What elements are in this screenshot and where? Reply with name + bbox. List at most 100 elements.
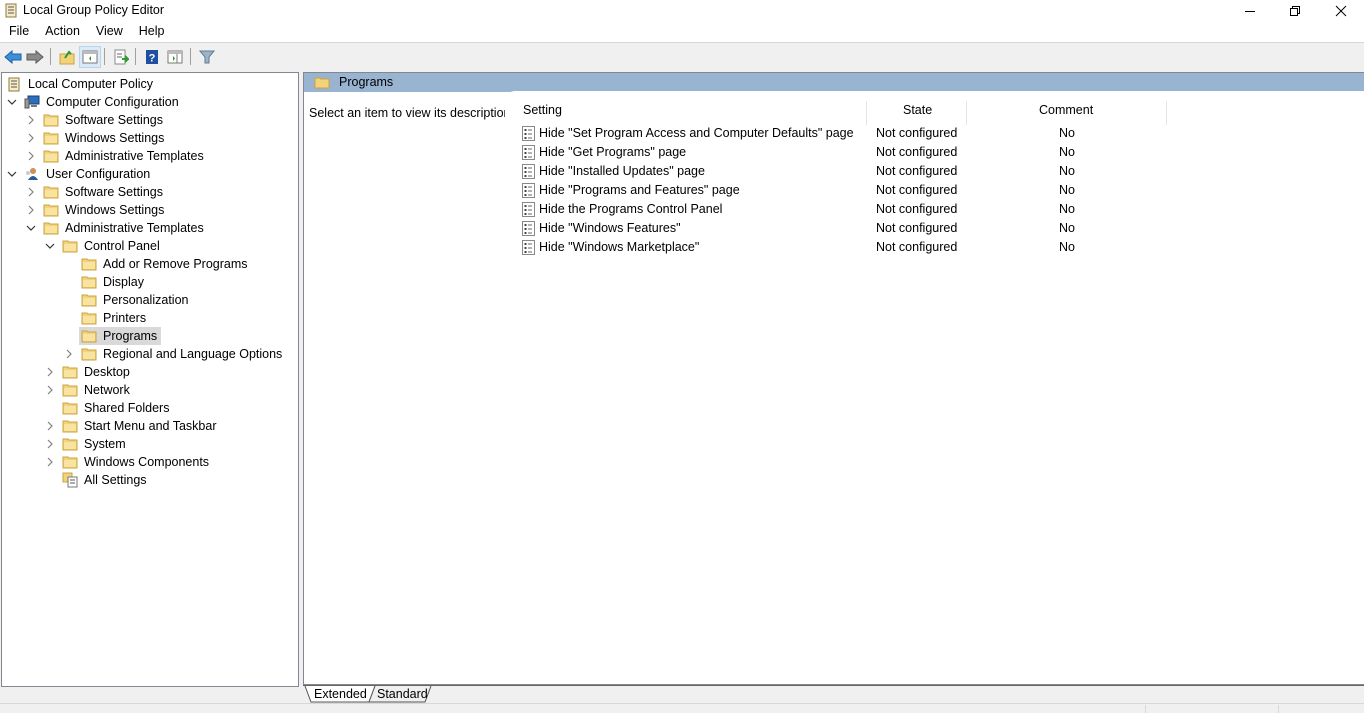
tree-item-content[interactable]: Shared Folders bbox=[60, 399, 173, 417]
tree-item-content[interactable]: Start Menu and Taskbar bbox=[60, 417, 220, 435]
chevron-down-icon[interactable] bbox=[44, 237, 56, 255]
tree-item-content[interactable]: Display bbox=[79, 273, 148, 291]
tree-item[interactable]: Printers bbox=[63, 309, 150, 327]
tree-item-content[interactable]: Printers bbox=[79, 309, 150, 327]
menu-help[interactable]: Help bbox=[130, 22, 172, 42]
tree-item-content[interactable]: Computer Configuration bbox=[22, 93, 183, 111]
tree-item-content[interactable]: Regional and Language Options bbox=[79, 345, 286, 363]
setting-row[interactable]: Hide "Installed Updates" page Not configu… bbox=[520, 162, 1364, 181]
chevron-right-icon[interactable] bbox=[44, 453, 56, 471]
tab-standard[interactable]: Standard bbox=[377, 686, 428, 703]
folder-icon bbox=[62, 365, 78, 379]
column-separator[interactable] bbox=[1166, 101, 1167, 125]
console-tree: Local Computer Policy Computer Configurat… bbox=[1, 72, 299, 687]
tree-item-content[interactable]: Windows Settings bbox=[41, 129, 168, 147]
tree-item[interactable]: Programs bbox=[63, 327, 162, 345]
tree-item-content[interactable]: Windows Settings bbox=[41, 201, 168, 219]
chevron-right-icon[interactable] bbox=[44, 417, 56, 435]
tree-item-content[interactable]: Software Settings bbox=[41, 111, 167, 129]
column-header-comment[interactable]: Comment bbox=[1039, 103, 1093, 125]
toolbar-separator bbox=[104, 48, 105, 65]
chevron-right-icon[interactable] bbox=[44, 381, 56, 399]
tree-item[interactable]: Regional and Language Options bbox=[63, 345, 286, 363]
tree-item[interactable]: Desktop bbox=[44, 363, 134, 381]
show-hide-action-pane-button[interactable] bbox=[164, 46, 186, 68]
column-separator[interactable] bbox=[966, 101, 967, 125]
tree-item-content[interactable]: Add or Remove Programs bbox=[79, 255, 252, 273]
tree-item[interactable]: All Settings bbox=[44, 471, 151, 489]
tree-item[interactable]: System bbox=[44, 435, 130, 453]
setting-row[interactable]: Hide the Programs Control Panel Not confi… bbox=[520, 200, 1364, 219]
chevron-right-icon[interactable] bbox=[25, 129, 37, 147]
setting-name: Hide "Windows Features" bbox=[539, 221, 681, 235]
tree-item[interactable]: Software Settings bbox=[25, 111, 167, 129]
tree-item[interactable]: Display bbox=[63, 273, 148, 291]
menu-view[interactable]: View bbox=[87, 22, 130, 42]
column-header-setting[interactable]: Setting bbox=[523, 103, 562, 125]
tree-item[interactable]: Start Menu and Taskbar bbox=[44, 417, 220, 435]
tree-item-content[interactable]: User Configuration bbox=[22, 165, 154, 183]
chevron-right-icon[interactable] bbox=[63, 345, 75, 363]
tree-item-content[interactable]: Windows Components bbox=[60, 453, 213, 471]
export-list-button[interactable] bbox=[110, 46, 132, 68]
tree-item-content[interactable]: System bbox=[60, 435, 130, 453]
setting-name: Hide "Programs and Features" page bbox=[539, 183, 740, 197]
setting-comment: No bbox=[1059, 221, 1075, 235]
policy-scroll-icon bbox=[6, 77, 22, 91]
chevron-right-icon[interactable] bbox=[44, 435, 56, 453]
minimize-button[interactable] bbox=[1227, 0, 1273, 22]
chevron-right-icon[interactable] bbox=[44, 363, 56, 381]
tree-item[interactable]: Administrative Templates bbox=[25, 147, 208, 165]
tree-item-label: All Settings bbox=[84, 472, 147, 487]
restore-button[interactable] bbox=[1272, 0, 1318, 22]
tree-item-content[interactable]: Control Panel bbox=[60, 237, 164, 255]
show-hide-console-tree-button[interactable] bbox=[79, 46, 101, 68]
tree-item[interactable]: User Configuration bbox=[6, 165, 154, 183]
tree-item-content[interactable]: Programs bbox=[79, 327, 162, 345]
tree-item[interactable]: Personalization bbox=[63, 291, 192, 309]
setting-row[interactable]: Hide "Programs and Features" page Not con… bbox=[520, 181, 1364, 200]
tree-item-content[interactable]: Local Computer Policy bbox=[4, 75, 157, 93]
tree-item[interactable]: Network bbox=[44, 381, 134, 399]
tree-item-content[interactable]: Administrative Templates bbox=[41, 147, 208, 165]
tree-item[interactable]: Windows Settings bbox=[25, 201, 168, 219]
tree-item[interactable]: Windows Components bbox=[44, 453, 213, 471]
chevron-down-icon[interactable] bbox=[6, 165, 18, 183]
tree-item-content[interactable]: Software Settings bbox=[41, 183, 167, 201]
tree-item[interactable]: Windows Settings bbox=[25, 129, 168, 147]
chevron-down-icon[interactable] bbox=[25, 219, 37, 237]
setting-row[interactable]: Hide "Windows Features" Not configured No bbox=[520, 219, 1364, 238]
tree-item[interactable]: Add or Remove Programs bbox=[63, 255, 252, 273]
setting-row[interactable]: Hide "Get Programs" page Not configured No bbox=[520, 143, 1364, 162]
chevron-right-icon[interactable] bbox=[25, 183, 37, 201]
tree-item-content[interactable]: Personalization bbox=[79, 291, 192, 309]
chevron-right-icon[interactable] bbox=[25, 201, 37, 219]
tree-item[interactable]: Administrative Templates bbox=[25, 219, 208, 237]
back-button[interactable] bbox=[2, 46, 24, 68]
setting-row[interactable]: Hide "Set Program Access and Computer De… bbox=[520, 124, 1364, 143]
setting-name: Hide "Windows Marketplace" bbox=[539, 240, 700, 254]
column-header-state[interactable]: State bbox=[903, 103, 932, 125]
chevron-right-icon[interactable] bbox=[25, 111, 37, 129]
up-one-level-button[interactable] bbox=[56, 46, 78, 68]
column-separator[interactable] bbox=[866, 101, 867, 125]
tree-item[interactable]: Software Settings bbox=[25, 183, 167, 201]
menu-file[interactable]: File bbox=[0, 22, 36, 42]
tree-item[interactable]: Computer Configuration bbox=[6, 93, 183, 111]
menu-action[interactable]: Action bbox=[36, 22, 87, 42]
help-button[interactable]: ? bbox=[141, 46, 163, 68]
tree-item-content[interactable]: Administrative Templates bbox=[41, 219, 208, 237]
tree-item[interactable]: Shared Folders bbox=[44, 399, 173, 417]
tree-item[interactable]: Control Panel bbox=[44, 237, 164, 255]
tree-item[interactable]: Local Computer Policy bbox=[4, 75, 157, 93]
tree-item-content[interactable]: Desktop bbox=[60, 363, 134, 381]
tree-item-content[interactable]: All Settings bbox=[60, 471, 151, 489]
tree-item-content[interactable]: Network bbox=[60, 381, 134, 399]
filter-button[interactable] bbox=[196, 46, 218, 68]
close-button[interactable] bbox=[1318, 0, 1364, 22]
tab-extended[interactable]: Extended bbox=[314, 686, 367, 703]
chevron-down-icon[interactable] bbox=[6, 93, 18, 111]
setting-row[interactable]: Hide "Windows Marketplace" Not configured… bbox=[520, 238, 1364, 257]
chevron-right-icon[interactable] bbox=[25, 147, 37, 165]
forward-button[interactable] bbox=[24, 46, 46, 68]
